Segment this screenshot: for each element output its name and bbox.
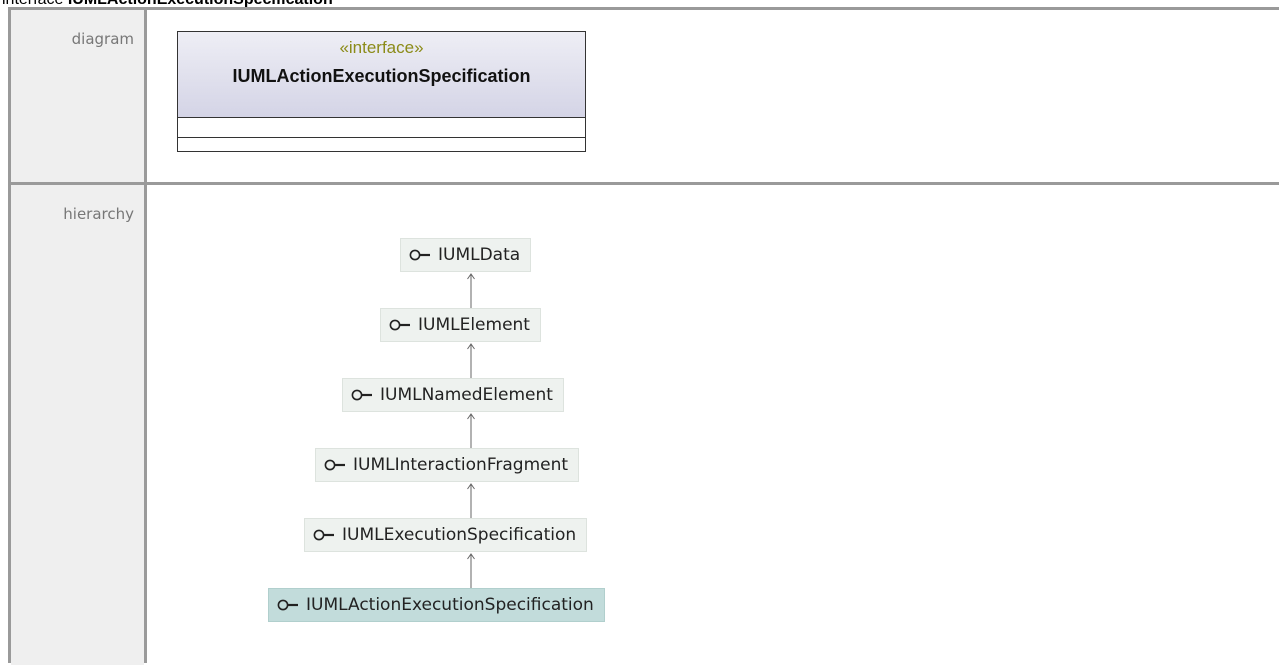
documentation-table: diagram «interface» IUMLActionExecutionS… (8, 7, 1279, 665)
hierarchy-node-label: IUMLInteractionFragment (353, 455, 569, 475)
hierarchy-node[interactable]: IUMLActionExecutionSpecification (268, 588, 605, 622)
diagram-label: diagram (71, 30, 134, 48)
interface-lollipop-icon (409, 248, 433, 262)
uml-box-header: «interface» IUMLActionExecutionSpecifica… (178, 32, 585, 118)
diagram-label-cell: diagram (11, 10, 144, 182)
hierarchy-row: hierarchy IUMLData IUMLElement IUMLNamedEl… (11, 185, 1279, 665)
uml-stereotype: «interface» (339, 38, 424, 57)
hierarchy-node-label: IUMLElement (418, 315, 530, 335)
interface-lollipop-icon (324, 458, 348, 472)
hierarchy-node-label: IUMLExecutionSpecification (342, 525, 577, 545)
hierarchy-node-label: IUMLActionExecutionSpecification (306, 595, 594, 615)
uml-interface-name: IUMLActionExecutionSpecification (232, 66, 531, 86)
hierarchy-node[interactable]: IUMLInteractionFragment (315, 448, 580, 482)
generalization-arrow (467, 483, 475, 518)
generalization-arrow (467, 343, 475, 378)
uml-interface-box[interactable]: «interface» IUMLActionExecutionSpecifica… (177, 31, 586, 152)
hierarchy-node-label: IUMLData (438, 245, 521, 265)
hierarchy-node-label: IUMLNamedElement (380, 385, 553, 405)
diagram-row: diagram «interface» IUMLActionExecutionS… (11, 10, 1279, 182)
hierarchy-node[interactable]: IUMLData (400, 238, 532, 272)
hierarchy-node[interactable]: IUMLExecutionSpecification (304, 518, 588, 552)
interface-lollipop-icon (277, 598, 301, 612)
interface-lollipop-icon (351, 388, 375, 402)
hierarchy-label: hierarchy (63, 205, 134, 223)
hierarchy-node[interactable]: IUMLElement (380, 308, 541, 342)
generalization-arrow (467, 413, 475, 448)
generalization-arrow (467, 273, 475, 308)
uml-attributes-compartment (178, 118, 585, 138)
hierarchy-content-cell: IUMLData IUMLElement IUMLNamedElement IUMLI… (147, 185, 1279, 665)
diagram-content-cell: «interface» IUMLActionExecutionSpecifica… (147, 10, 1279, 182)
hierarchy-label-cell: hierarchy (11, 185, 144, 665)
interface-lollipop-icon (389, 318, 413, 332)
interface-lollipop-icon (313, 528, 337, 542)
hierarchy-node[interactable]: IUMLNamedElement (342, 378, 564, 412)
generalization-arrow (467, 553, 475, 588)
